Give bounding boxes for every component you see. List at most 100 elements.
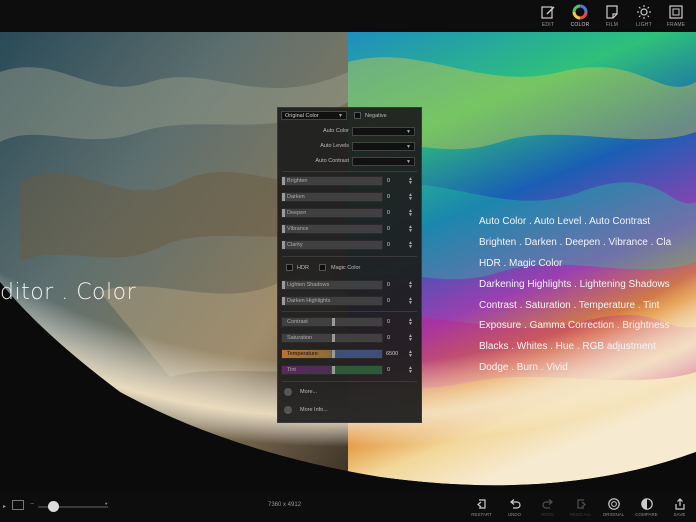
- clarity-value[interactable]: 0: [387, 242, 390, 248]
- hdr-checkbox[interactable]: [286, 264, 293, 271]
- slider-knob[interactable]: [332, 318, 335, 326]
- tool-edit[interactable]: EDIT: [532, 2, 564, 30]
- compare-button[interactable]: COMPARE: [630, 494, 663, 521]
- undo-button[interactable]: UNDO: [498, 494, 531, 521]
- tint-slider[interactable]: Tint: [281, 365, 383, 375]
- saturation-label: Saturation: [287, 335, 313, 341]
- panel-divider: [282, 381, 417, 382]
- tool-frame[interactable]: FRAME: [660, 2, 692, 30]
- lighten-shadows-value[interactable]: 0: [387, 282, 390, 288]
- feature-line: Auto Color . Auto Level . Auto Contrast: [479, 216, 651, 227]
- chevron-down-icon: ▼: [406, 159, 411, 165]
- redo-button[interactable]: REDO: [531, 494, 564, 521]
- edit-icon: [541, 6, 555, 19]
- negative-checkbox[interactable]: [354, 112, 361, 119]
- compare-icon: [640, 498, 653, 510]
- feature-line: Brighten . Darken . Deepen . Vibrance . …: [479, 236, 672, 248]
- stepper-icon[interactable]: ▲ ▼: [408, 193, 413, 202]
- slider-knob[interactable]: [332, 350, 335, 358]
- temperature-label: Temperature: [287, 351, 318, 357]
- tool-frame-label: FRAME: [666, 22, 686, 28]
- stepper-icon[interactable]: ▲ ▼: [408, 241, 413, 250]
- panel-divider: [282, 256, 417, 257]
- tool-color[interactable]: COLOR: [564, 2, 596, 30]
- tool-film[interactable]: FILM: [596, 2, 628, 30]
- darken-value[interactable]: 0: [387, 194, 390, 200]
- stepper-icon[interactable]: ▲ ▼: [408, 177, 413, 186]
- vibrance-slider[interactable]: Vibrance: [281, 224, 383, 234]
- slider-knob[interactable]: [282, 241, 285, 249]
- tint-label: Tint: [287, 367, 296, 373]
- stepper-icon[interactable]: ▲ ▼: [408, 281, 413, 290]
- compare-label: COMPARE: [635, 512, 658, 517]
- feature-list: Auto Color . Auto Level . Auto Contrast …: [479, 212, 696, 379]
- clarity-slider[interactable]: Clarity: [281, 240, 383, 250]
- stepper-icon[interactable]: ▲ ▼: [408, 297, 413, 306]
- auto-levels-select[interactable]: ▼: [352, 142, 415, 151]
- stepper-icon[interactable]: ▲ ▼: [408, 350, 413, 359]
- undo-icon: [509, 499, 521, 509]
- auto-color-select[interactable]: ▼: [352, 127, 415, 136]
- zoom-fit-icon[interactable]: ▸: [3, 503, 6, 510]
- feature-line: Contrast . Saturation . Temperature . Ti…: [479, 299, 660, 311]
- brighten-value[interactable]: 0: [387, 178, 390, 184]
- contrast-value[interactable]: 0: [387, 319, 390, 325]
- stepper-icon[interactable]: ▲ ▼: [408, 225, 413, 234]
- contrast-slider[interactable]: Contrast: [281, 317, 383, 327]
- mode-tools: EDIT COLOR FILM LIGHT FRAME: [532, 2, 692, 30]
- tool-edit-label: EDIT: [541, 22, 555, 28]
- auto-contrast-select[interactable]: ▼: [352, 157, 415, 166]
- light-icon: [637, 5, 651, 19]
- saturation-slider[interactable]: Saturation: [281, 333, 383, 343]
- zoom-slider-knob[interactable]: [48, 501, 60, 512]
- tool-light[interactable]: LIGHT: [628, 2, 660, 30]
- zoom-slider[interactable]: [38, 501, 108, 512]
- saturation-value[interactable]: 0: [387, 335, 390, 341]
- slider-knob[interactable]: [282, 297, 285, 305]
- slider-knob[interactable]: [282, 193, 285, 201]
- panel-divider: [282, 171, 417, 172]
- original-button[interactable]: ORIGINAL: [597, 494, 630, 521]
- tint-value[interactable]: 0: [387, 367, 390, 373]
- zoom-out-icon[interactable]: −: [30, 501, 34, 508]
- stepper-icon[interactable]: ▲ ▼: [408, 318, 413, 327]
- hdr-label: HDR: [297, 265, 309, 271]
- chevron-down-icon: ▼: [338, 113, 343, 119]
- preset-select[interactable]: Original Color ▼: [281, 111, 347, 120]
- slider-knob[interactable]: [332, 334, 335, 342]
- brighten-slider[interactable]: Brighten: [281, 176, 383, 186]
- deepen-label: Deepen: [287, 210, 307, 216]
- lighten-shadows-slider[interactable]: Lighten Shadows: [281, 280, 383, 290]
- zoom-in-icon[interactable]: •: [105, 501, 107, 508]
- stepper-icon[interactable]: ▲ ▼: [408, 209, 413, 218]
- slider-knob[interactable]: [282, 281, 285, 289]
- image-dimensions: 7360 x 4912: [268, 502, 302, 508]
- panel-divider: [282, 311, 417, 312]
- film-icon: [606, 5, 618, 19]
- deepen-slider[interactable]: Deepen: [281, 208, 383, 218]
- more-info-button[interactable]: More Info...: [282, 403, 417, 417]
- slider-knob[interactable]: [282, 209, 285, 217]
- fit-view-icon[interactable]: [12, 500, 24, 510]
- darken-label: Darken: [287, 194, 305, 200]
- more-button[interactable]: More...: [282, 385, 417, 399]
- darken-slider[interactable]: Darken: [281, 192, 383, 202]
- slider-knob[interactable]: [332, 366, 335, 374]
- redo-all-button[interactable]: REDO ALL: [564, 494, 597, 521]
- temperature-slider[interactable]: Temperature: [281, 349, 383, 359]
- darken-highlights-slider[interactable]: Darken Highlights: [281, 296, 383, 306]
- redo-all-label: REDO ALL: [569, 512, 592, 517]
- darken-highlights-value[interactable]: 0: [387, 298, 390, 304]
- stepper-icon[interactable]: ▲ ▼: [408, 334, 413, 343]
- bottom-toolbar: ▸ − • 7360 x 4912 RESTART UNDO REDO REDO…: [0, 493, 696, 522]
- slider-knob[interactable]: [282, 225, 285, 233]
- deepen-value[interactable]: 0: [387, 210, 390, 216]
- canvas-title: ditor . Color: [0, 280, 137, 305]
- save-button[interactable]: SAVE: [663, 494, 696, 521]
- vibrance-value[interactable]: 0: [387, 226, 390, 232]
- temperature-value[interactable]: 6500: [386, 351, 398, 357]
- magic-color-checkbox[interactable]: [319, 264, 326, 271]
- slider-knob[interactable]: [282, 177, 285, 185]
- stepper-icon[interactable]: ▲ ▼: [408, 366, 413, 375]
- restart-button[interactable]: RESTART: [465, 494, 498, 521]
